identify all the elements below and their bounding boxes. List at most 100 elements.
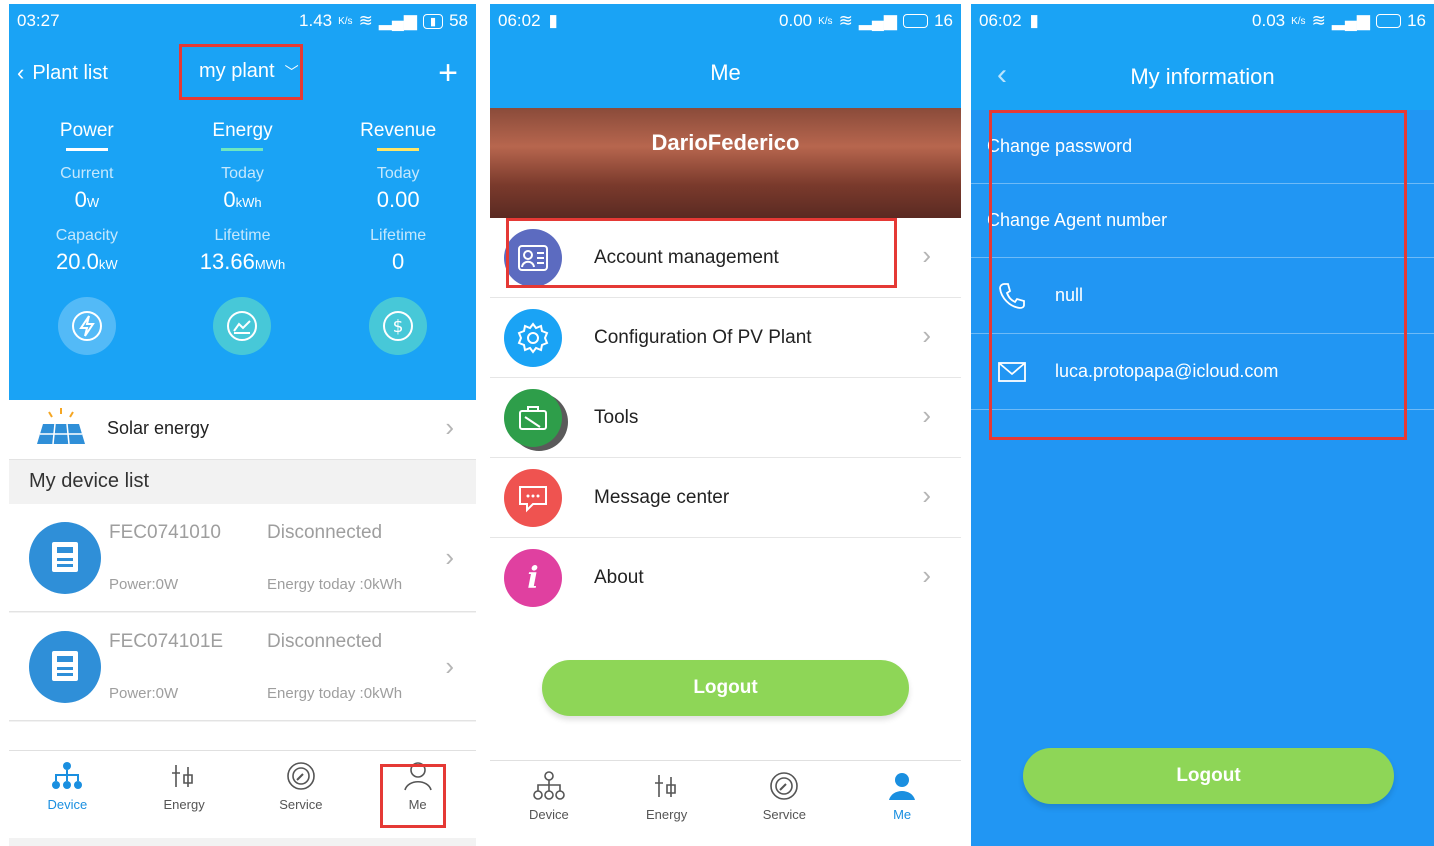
device-tree-icon bbox=[52, 762, 83, 789]
header-underline bbox=[221, 148, 264, 151]
back-label: Plant list bbox=[32, 61, 108, 84]
my-information-screen: 06:02 ▮ 0.03 K/s ≋ ▂▄▆ 16 ‹ My informati… bbox=[971, 4, 1434, 846]
menu-item-account-management[interactable]: Account management › bbox=[490, 218, 961, 298]
tab-service[interactable]: Service bbox=[243, 751, 360, 838]
plant-title: my plant bbox=[199, 60, 275, 82]
menu-item-tools[interactable]: Tools › bbox=[490, 378, 961, 458]
menu-item-about[interactable]: i About › bbox=[490, 538, 961, 618]
stat-unit: kWh bbox=[235, 195, 262, 210]
chevron-right-icon: › bbox=[922, 240, 931, 270]
battery-level: 16 bbox=[934, 11, 953, 30]
tab-energy[interactable]: Energy bbox=[126, 751, 243, 838]
change-agent-row[interactable]: Change Agent number bbox=[971, 184, 1434, 258]
phone-value: null bbox=[1055, 285, 1084, 305]
revenue-button[interactable]: $ bbox=[369, 297, 428, 355]
person-icon bbox=[889, 773, 916, 800]
tab-me[interactable]: Me bbox=[843, 761, 961, 844]
tab-label: Device bbox=[47, 797, 88, 812]
inverter-icon bbox=[52, 542, 78, 572]
chart-icon bbox=[227, 311, 258, 341]
device-row[interactable]: FEC074101E Disconnected Power:0W Energy … bbox=[9, 613, 476, 721]
device-id: FEC0741010 bbox=[109, 522, 221, 543]
menu-label: Account management bbox=[594, 246, 779, 268]
tab-device[interactable]: Device bbox=[9, 751, 126, 838]
info-icon: i bbox=[527, 560, 539, 596]
network-speed: 0.00 bbox=[779, 11, 813, 30]
signal-icon: ▂▄▆ bbox=[858, 11, 898, 30]
power-button[interactable] bbox=[57, 297, 116, 355]
sim-icon: ▮ bbox=[548, 11, 558, 30]
speed-unit: K/s bbox=[1291, 15, 1306, 27]
menu-item-pv-configuration[interactable]: Configuration Of PV Plant › bbox=[490, 298, 961, 378]
signal-icon: ▂▄▆ bbox=[1331, 11, 1371, 30]
stat-label: Today bbox=[376, 165, 420, 182]
inverter-icon bbox=[52, 651, 78, 681]
stats-header[interactable]: Revenue bbox=[320, 120, 476, 142]
message-icon bbox=[519, 485, 547, 512]
tab-label: Service bbox=[279, 797, 323, 812]
tab-device[interactable]: Device bbox=[490, 761, 608, 844]
logout-button[interactable]: Logout bbox=[542, 660, 909, 716]
dollar-icon: $ bbox=[383, 311, 414, 341]
tab-energy[interactable]: Energy bbox=[608, 761, 726, 844]
solar-energy-row[interactable]: Solar energy › bbox=[9, 400, 476, 460]
stats-header[interactable]: Power bbox=[9, 120, 165, 142]
energy-chart-button[interactable] bbox=[213, 297, 272, 355]
menu-item-message-center[interactable]: Message center › bbox=[490, 458, 961, 538]
stat-number: 20.0 bbox=[56, 249, 99, 274]
tab-bar: Device Energy Service Me bbox=[490, 760, 961, 844]
stats-column-revenue: Revenue Today 0.00 Lifetime 0 $ bbox=[320, 120, 476, 355]
stat-number: 0.00 bbox=[376, 187, 420, 212]
stats-column-power: Power Current 0W Capacity 20.0kW bbox=[9, 120, 165, 355]
stat-number: 13.66 bbox=[199, 249, 255, 274]
battery-icon: ▮ bbox=[423, 13, 444, 29]
svg-text:$: $ bbox=[393, 317, 404, 337]
top-nav: ‹ Plant list my plant ﹀ + bbox=[9, 54, 476, 94]
page-title: My information bbox=[1130, 64, 1275, 89]
stat-unit: kW bbox=[98, 257, 118, 272]
chevron-left-icon: ‹ bbox=[17, 60, 25, 85]
plant-selector[interactable]: my plant ﹀ bbox=[199, 60, 299, 83]
battery-level: 16 bbox=[1407, 11, 1426, 30]
tab-label: Service bbox=[762, 807, 807, 822]
status-bar: 06:02 ▮ 0.00 K/s ≋ ▂▄▆ 16 bbox=[490, 4, 961, 38]
tab-label: Energy bbox=[163, 797, 205, 812]
phone-icon bbox=[999, 282, 1025, 309]
status-time: 06:02 bbox=[498, 11, 541, 30]
change-password-row[interactable]: Change password bbox=[971, 110, 1434, 184]
tab-service[interactable]: Service bbox=[726, 761, 844, 844]
stat-label: Capacity bbox=[55, 227, 118, 244]
device-list-title: My device list bbox=[29, 470, 150, 492]
menu-label: Message center bbox=[594, 486, 730, 508]
menu-label: About bbox=[594, 567, 644, 588]
header-underline bbox=[377, 148, 420, 151]
tab-label: Me bbox=[893, 807, 912, 822]
phone-row: null bbox=[971, 258, 1434, 334]
email-row: luca.protopapa@icloud.com bbox=[971, 334, 1434, 410]
menu-icon-circle bbox=[504, 468, 562, 527]
username: DarioFederico bbox=[651, 130, 800, 155]
device-row[interactable]: FEC0741010 Disconnected Power:0W Energy … bbox=[9, 504, 476, 612]
battery-icon bbox=[1376, 14, 1402, 28]
speed-unit: K/s bbox=[818, 15, 833, 27]
device-status: Disconnected bbox=[267, 522, 383, 543]
chevron-down-icon: ﹀ bbox=[284, 63, 299, 80]
compass-icon bbox=[770, 772, 799, 800]
plus-icon[interactable]: + bbox=[438, 54, 458, 93]
stat-value: 13.66MWh bbox=[165, 249, 321, 275]
inverter-avatar bbox=[29, 631, 101, 703]
gear-icon bbox=[517, 321, 549, 354]
solar-panel-icon bbox=[37, 408, 85, 445]
menu-label: Tools bbox=[594, 406, 639, 428]
stat-label: Lifetime bbox=[370, 227, 427, 244]
tab-bar: Device Energy Service Me bbox=[9, 750, 476, 838]
device-power: Power:0W bbox=[109, 576, 179, 593]
profile-banner: DarioFederico bbox=[490, 108, 961, 218]
stats-header[interactable]: Energy bbox=[165, 120, 321, 142]
energy-icon bbox=[172, 765, 193, 787]
tab-me[interactable]: Me bbox=[359, 751, 476, 838]
back-button[interactable]: ‹ Plant list bbox=[17, 60, 108, 86]
stat-value: 0kWh bbox=[165, 187, 321, 213]
logout-button[interactable]: Logout bbox=[1023, 748, 1394, 804]
network-speed: 0.03 bbox=[1252, 11, 1286, 30]
